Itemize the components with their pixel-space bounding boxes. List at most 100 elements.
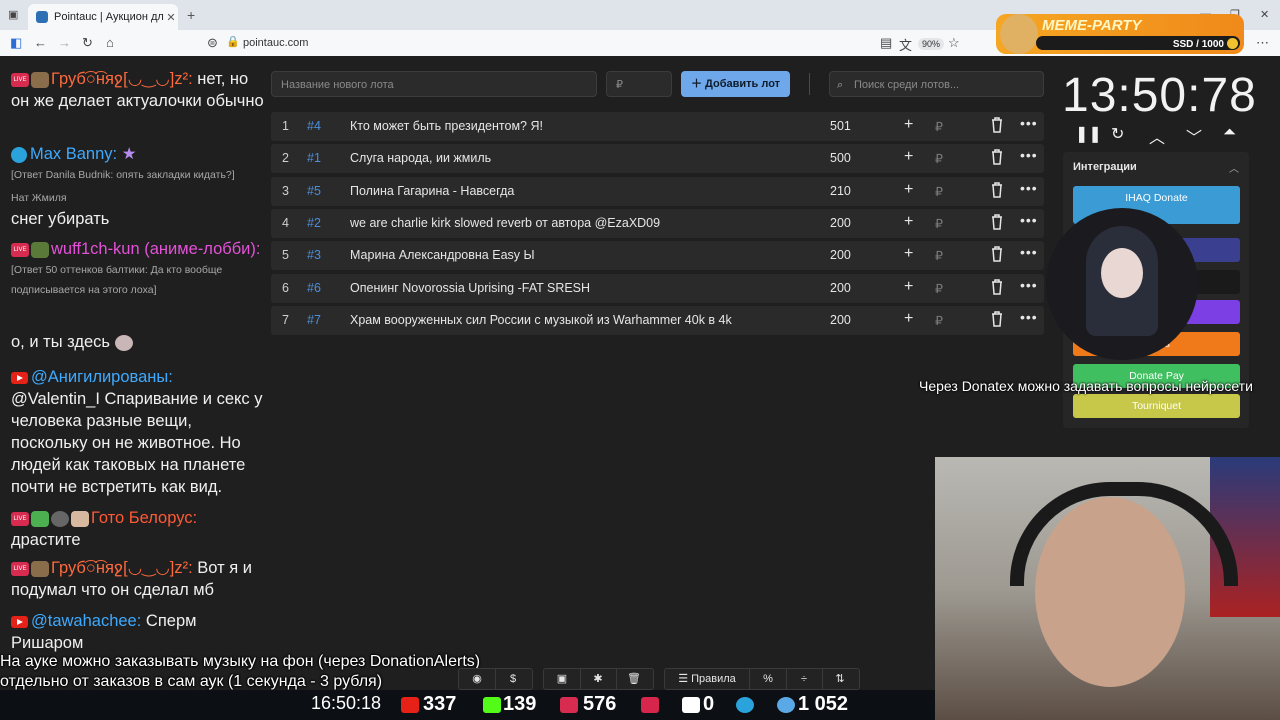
file-toolbar: ▣ ✱ 🗑 [543, 668, 654, 690]
lot-name[interactable]: Опенинг Novorossia Uprising -FAT SRESH [350, 281, 590, 295]
meme-party-ssd: SSD / 1000 [1172, 39, 1224, 50]
trash-icon[interactable] [990, 310, 1004, 328]
lot-name[interactable]: Храм вооруженных сил России с музыкой из… [350, 313, 732, 327]
lot-amount[interactable]: 500 [830, 151, 851, 165]
lot-row[interactable]: 2 #1 Слуга народа, ии жмиль 500 + ₽ ••• [271, 144, 1044, 174]
vtuber-avatar [1046, 208, 1198, 360]
trash-icon[interactable] [990, 148, 1004, 166]
chat-nick: wuff1ch-kun (аниме-лобби): [51, 240, 261, 258]
lot-id: #1 [307, 151, 321, 166]
add-amount-icon[interactable]: + [904, 278, 913, 296]
split-icon[interactable]: ÷ [786, 669, 823, 689]
reload-icon[interactable]: ↻ [82, 35, 93, 51]
close-window-icon[interactable]: ✕ [1260, 8, 1269, 21]
lot-amount[interactable]: 200 [830, 248, 851, 262]
trash-icon[interactable] [990, 278, 1004, 296]
lot-name[interactable]: we are charlie kirk slowed reverb от авт… [350, 216, 660, 230]
trash-icon[interactable] [990, 245, 1004, 263]
more-options-icon[interactable]: ••• [1020, 309, 1038, 325]
lot-name[interactable]: Марина Александровна Easy Ы [350, 248, 535, 262]
trash-icon[interactable] [990, 213, 1004, 231]
more-options-icon[interactable]: ••• [1020, 180, 1038, 196]
close-tab-icon[interactable]: ✕ [164, 11, 178, 24]
double-up-icon[interactable]: ⏶ [1223, 124, 1236, 142]
lot-row[interactable]: 5 #3 Марина Александровна Easy Ы 200 + ₽ ••• [271, 241, 1044, 271]
save-icon[interactable]: ▣ [544, 669, 581, 689]
user-avatar [31, 241, 49, 258]
vk-live-icon [560, 697, 578, 713]
chat-nick: @tawahachee: [31, 612, 142, 630]
add-amount-icon[interactable]: + [904, 245, 913, 263]
music-notice-line2: отдельно от заказов в сам аук (1 секунда… [0, 673, 383, 690]
translate-icon[interactable]: 文 [899, 35, 912, 54]
search-placeholder: Поиск среди лотов... [854, 79, 960, 91]
github-icon[interactable]: ◉ [459, 669, 496, 689]
music-notice-line1: На ауке можно заказывать музыку на фон (… [0, 653, 481, 670]
coin-icon [1227, 38, 1238, 49]
youtube-viewers: 337 [423, 693, 457, 715]
new-tab-icon[interactable]: + [187, 7, 195, 23]
currency-icon: ₽ [935, 249, 943, 264]
sidebar-icon[interactable]: ◧ [10, 35, 22, 51]
lot-amount[interactable]: 501 [830, 119, 851, 133]
lot-name[interactable]: Кто может быть президентом? Я! [350, 119, 543, 133]
home-icon[interactable]: ⌂ [106, 35, 114, 50]
lot-name[interactable]: Слуга народа, ии жмиль [350, 151, 491, 165]
auction-timer: 13:50:78 [1062, 69, 1257, 122]
zoom-indicator[interactable]: 90% [918, 38, 945, 50]
chat-message: LIVE Груб͡○͡няջ[◡‿◡]z²: нет, но он же дел… [11, 68, 269, 112]
address-bar[interactable]: pointauc.com [243, 37, 308, 49]
lot-amount[interactable]: 200 [830, 281, 851, 295]
lot-amount[interactable]: 200 [830, 216, 851, 230]
bug-icon[interactable]: ✱ [580, 669, 617, 689]
lot-row[interactable]: 7 #7 Храм вооруженных сил России с музыкой… [271, 305, 1044, 335]
reset-icon[interactable]: ↻ [1111, 124, 1124, 144]
lot-row[interactable]: 6 #6 Опенинг Novorossia Uprising -FAT SRES… [271, 273, 1044, 303]
lock-icon: 🔒 [226, 36, 240, 48]
back-icon[interactable]: ← [34, 35, 47, 50]
integration-button[interactable]: Tourniquet [1073, 394, 1240, 418]
lot-position: 6 [282, 280, 289, 295]
trash-icon[interactable] [990, 116, 1004, 134]
pause-icon[interactable]: ❚❚ [1075, 124, 1102, 144]
lot-amount[interactable]: 210 [830, 184, 851, 198]
tab-actions-icon[interactable]: ▣ [8, 8, 18, 21]
forward-icon[interactable]: → [58, 35, 71, 50]
reader-icon[interactable]: ▤ [880, 35, 892, 51]
menu-icon[interactable]: ⋯ [1256, 35, 1269, 51]
add-amount-icon[interactable]: + [904, 310, 913, 328]
clear-icon[interactable]: 🗑 [616, 669, 652, 689]
add-amount-icon[interactable]: + [904, 116, 913, 134]
chevron-up-icon[interactable]: ︿ [1229, 160, 1239, 175]
add-lot-button[interactable]: ＋ Добавить лот [681, 71, 790, 97]
search-lots-input[interactable]: ⌕ Поиск среди лотов... [829, 71, 1044, 97]
lot-row[interactable]: 3 #5 Полина Гагарина - Навсегда 210 + ₽ ••• [271, 176, 1044, 206]
add-amount-icon[interactable]: + [904, 148, 913, 166]
more-options-icon[interactable]: ••• [1020, 212, 1038, 228]
favorite-star-icon[interactable]: ☆ [948, 35, 960, 51]
more-options-icon[interactable]: ••• [1020, 244, 1038, 260]
currency-icon: ₽ [935, 313, 943, 328]
rules-button[interactable]: ☰ Правила [665, 669, 750, 689]
site-info-icon[interactable]: ⊜ [207, 35, 218, 51]
trash-icon[interactable] [990, 181, 1004, 199]
lot-name[interactable]: Полина Гагарина - Навсегда [350, 184, 514, 198]
add-amount-icon[interactable]: + [904, 213, 913, 231]
dollar-icon[interactable]: $ [495, 669, 531, 689]
add-lot-label: Добавить лот [705, 78, 781, 90]
increase-time-icon[interactable]: ︿ [1149, 124, 1165, 148]
lot-amount[interactable]: 200 [830, 313, 851, 327]
sort-icon[interactable]: ⇅ [822, 669, 858, 689]
lot-row[interactable]: 1 #4 Кто может быть президентом? Я! 501 + ₽ ••… [271, 112, 1044, 141]
browser-tab[interactable]: Pointauc | Аукцион для стриме ✕ [28, 4, 178, 30]
decrease-time-icon[interactable]: ﹀ [1186, 124, 1202, 148]
add-amount-icon[interactable]: + [904, 181, 913, 199]
price-input[interactable]: ₽ [606, 71, 672, 97]
new-lot-input[interactable]: Название нового лота [271, 71, 597, 97]
more-options-icon[interactable]: ••• [1020, 147, 1038, 163]
telegram-icon [736, 697, 754, 713]
lot-row[interactable]: 4 #2 we are charlie kirk slowed reverb от … [271, 208, 1044, 238]
more-options-icon[interactable]: ••• [1020, 277, 1038, 293]
percent-icon[interactable]: % [750, 669, 787, 689]
more-options-icon[interactable]: ••• [1020, 115, 1038, 131]
